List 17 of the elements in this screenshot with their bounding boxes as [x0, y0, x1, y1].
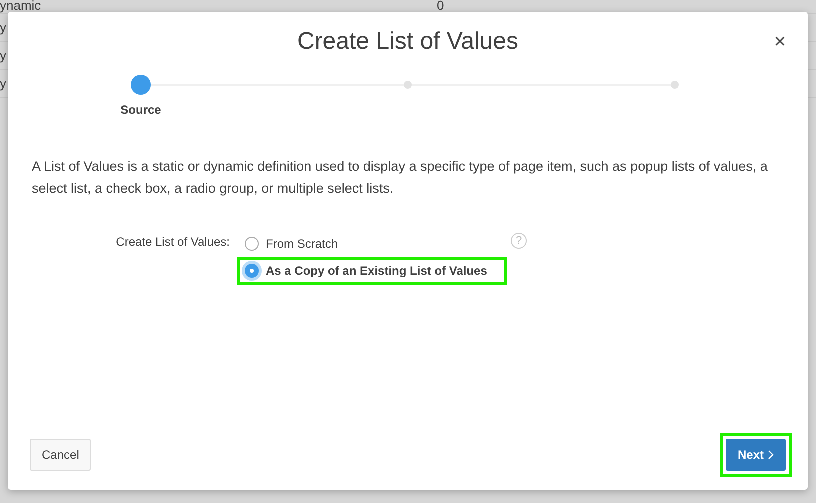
table-cell-text: y: [0, 74, 6, 93]
table-cell-text: y: [0, 46, 6, 65]
radio-option[interactable]: As a Copy of an Existing List of Values: [245, 262, 488, 280]
table-cell-text: 0: [437, 0, 444, 15]
next-button[interactable]: Next: [726, 439, 786, 471]
description-text: A List of Values is a static or dynamic definition used to display a specific type of page item, such as popup lists of values, a select list, a check box, a radio group, or multiple select lists.: [32, 158, 769, 198]
table-cell-text: ynamic: [0, 0, 42, 15]
radio-option[interactable]: From Scratch: [245, 235, 338, 253]
close-button[interactable]: ×: [774, 32, 786, 52]
table-cell-text: y: [0, 18, 6, 37]
radio-button[interactable]: [245, 237, 259, 251]
field-label: Create List of Values:: [115, 234, 231, 251]
step-label: Source: [120, 102, 162, 119]
chevron-right-icon: [768, 450, 774, 460]
cancel-button[interactable]: Cancel: [30, 439, 92, 471]
dialog-title: Create List of Values: [297, 27, 518, 57]
radio-button[interactable]: [245, 264, 259, 278]
